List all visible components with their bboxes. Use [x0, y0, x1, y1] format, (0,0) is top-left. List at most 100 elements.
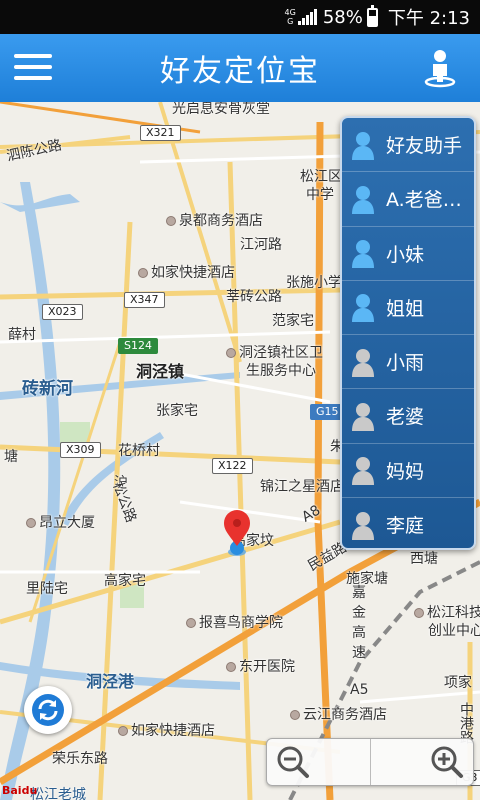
poi-icon [118, 726, 128, 736]
poi-icon [186, 618, 196, 628]
poi-name: 云江商务酒店 [303, 707, 387, 723]
map-town-label: 洞泾镇 [136, 362, 185, 381]
friend-item[interactable]: 姐姐 [342, 281, 474, 335]
battery-percent: 58% [322, 6, 363, 28]
location-pin-icon[interactable] [222, 510, 252, 558]
road-shield: X309 [60, 442, 101, 458]
map-place-label: 花桥村 [118, 443, 160, 459]
zoom-out-button[interactable] [267, 739, 371, 785]
map-road-label: 荣乐东路 [52, 751, 108, 767]
friend-item[interactable]: 小雨 [342, 335, 474, 390]
poi-name: 如家快捷酒店 [131, 723, 215, 739]
zoom-in-button[interactable] [371, 739, 474, 785]
friend-name: 好友助手 [386, 135, 463, 158]
refresh-button[interactable] [24, 686, 72, 734]
map-place-label: 高家宅 [104, 573, 146, 589]
page-title: 好友定位宝 [160, 54, 320, 89]
friend-name: 小雨 [386, 352, 425, 375]
map-water-label: 洞泾港 [86, 672, 135, 691]
poi-icon [166, 216, 176, 226]
poi-icon [414, 608, 424, 618]
poi-icon [290, 710, 300, 720]
map-place-label: 项家 [444, 675, 472, 691]
friend-list: 好友助手 A.老爸新... 小妹 姐姐 小雨 老婆 妈妈 李庭 [340, 116, 476, 550]
map-poi-label: 生服务中心 [246, 363, 316, 379]
road-shield: S124 [118, 338, 158, 354]
app-header: 好友定位宝 [0, 34, 480, 102]
poi-name: 昂立大厦 [39, 515, 95, 531]
clock: 下午 2:13 [387, 8, 470, 29]
map-poi-label: 创业中心 [428, 623, 480, 639]
user-avatar-icon [352, 348, 374, 377]
road-shield: X122 [212, 458, 253, 474]
zoom-out-icon [277, 746, 309, 778]
poi-name: 松江科技 [427, 605, 480, 621]
zoom-in-icon [431, 746, 463, 778]
map-road-label: 速 [352, 645, 366, 661]
map-district-label: 松江区 [300, 169, 342, 185]
map-road-label: 莘砖公路 [226, 289, 282, 305]
poi-icon [226, 662, 236, 672]
map-place-label: 塘 [4, 449, 18, 465]
road-shield: X321 [140, 125, 181, 141]
network-indicator: 4G G [285, 8, 296, 26]
refresh-icon [32, 694, 64, 726]
user-avatar-icon [352, 402, 374, 431]
map-poi-label: 锦江之星酒店 [260, 479, 344, 495]
status-bar: 4G G 58% 下午 2:13 [0, 0, 480, 34]
network-sub: G [287, 17, 294, 26]
map-attribution: Baidu [2, 784, 38, 797]
map-poi-label: 松江科技 [414, 602, 480, 622]
friend-name: 老婆 [386, 406, 425, 429]
zoom-controls [266, 738, 474, 786]
map-poi-label: 光启息安骨灰堂 [172, 102, 270, 117]
map-poi-label: 如家快捷酒店 [118, 720, 215, 740]
friend-item[interactable]: 好友助手 [342, 118, 474, 173]
friend-item[interactable]: 妈妈 [342, 444, 474, 498]
user-avatar-icon [352, 240, 374, 269]
friend-item[interactable]: 小妹 [342, 227, 474, 281]
poi-name: 报喜鸟商学院 [199, 615, 283, 631]
road-shield: X347 [124, 292, 165, 308]
map-poi-label: 昂立大厦 [26, 512, 95, 532]
user-avatar-icon [352, 511, 374, 540]
poi-name: 洞泾镇社区卫 [239, 345, 323, 361]
map-road-label: 江河路 [240, 237, 282, 253]
map-road-label: 高 [352, 625, 366, 641]
friend-name: 姐姐 [386, 297, 425, 320]
poi-name: 东开医院 [239, 659, 295, 675]
friend-item[interactable]: 老婆 [342, 389, 474, 444]
signal-icon [297, 9, 317, 25]
poi-icon [26, 518, 36, 528]
friend-item[interactable]: 李庭 [342, 498, 474, 548]
map-place-label: 松江老城 [30, 787, 86, 800]
map-poi-label: 报喜鸟商学院 [186, 612, 283, 632]
friend-name: 小妹 [386, 243, 425, 266]
map-place-label: 西塘 [410, 551, 438, 567]
map-road-label: A5 [350, 682, 369, 698]
battery-icon [366, 4, 378, 27]
map-river-label: 砖新河 [22, 379, 73, 399]
friend-name: A.老爸新... [386, 189, 474, 212]
hamburger-icon[interactable] [14, 54, 52, 82]
map-place-label: 范家宅 [272, 313, 314, 329]
user-avatar-icon [352, 185, 374, 214]
poi-icon [226, 348, 236, 358]
map-place-label: 里陆宅 [26, 581, 68, 597]
person-location-icon[interactable] [422, 48, 458, 88]
network-type: 4G [284, 8, 296, 17]
map-road-label: 金 [352, 605, 366, 621]
road-shield: X023 [42, 304, 83, 320]
map-place-label: 薛村 [8, 327, 36, 343]
friend-name: 李庭 [386, 515, 425, 538]
user-avatar-icon [352, 457, 374, 486]
user-avatar-icon [352, 131, 374, 160]
friend-item[interactable]: A.老爸新... [342, 172, 474, 227]
map-poi-label: 东开医院 [226, 656, 295, 676]
map-poi-label: 中学 [306, 187, 334, 203]
map-poi-label: 泉都商务酒店 [166, 210, 263, 230]
poi-name: 如家快捷酒店 [151, 265, 235, 281]
map-poi-label: 张施小学 [286, 275, 342, 291]
poi-icon [138, 268, 148, 278]
map-poi-label: 云江商务酒店 [290, 704, 387, 724]
